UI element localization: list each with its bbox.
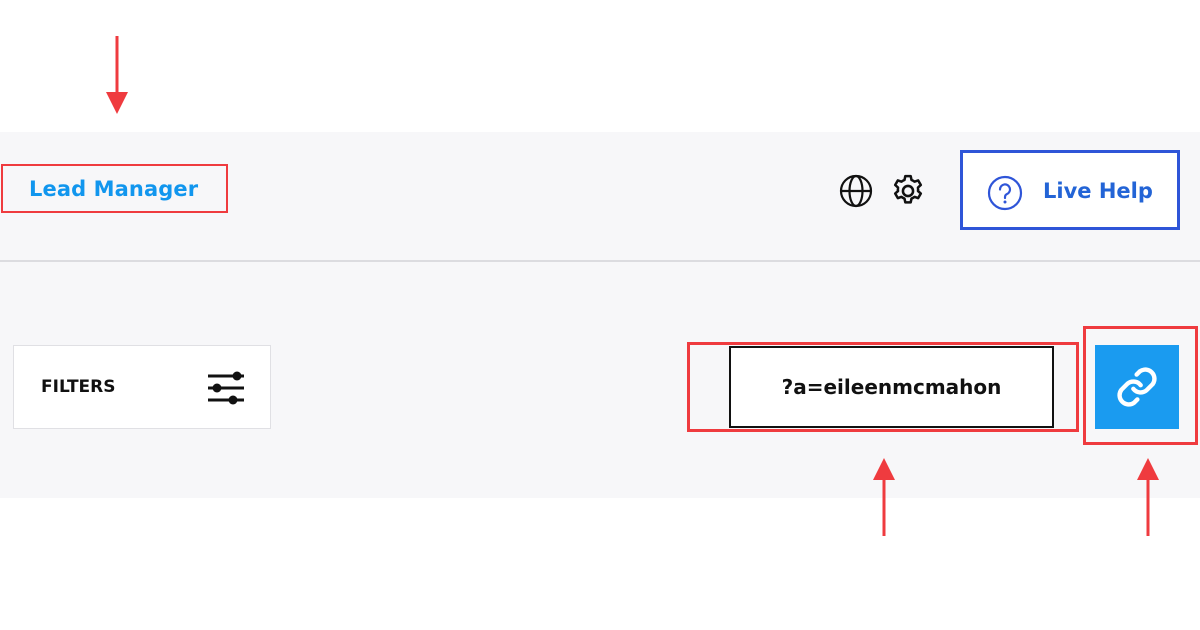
gear-icon[interactable] — [889, 172, 927, 210]
filters-button[interactable]: FILTERS — [13, 345, 271, 429]
annotation-arrow-up — [873, 458, 895, 536]
link-icon — [1117, 367, 1157, 407]
question-circle-icon — [987, 175, 1023, 211]
globe-icon[interactable] — [838, 173, 874, 209]
live-help-label: Live Help — [1043, 179, 1153, 203]
referral-query-text: ?a=eileenmcmahon — [781, 375, 1002, 399]
referral-query-field[interactable]: ?a=eileenmcmahon — [729, 346, 1054, 428]
annotation-arrow-down — [106, 36, 128, 114]
annotation-box-title — [1, 164, 228, 213]
copy-link-button[interactable] — [1095, 345, 1179, 429]
sliders-icon — [208, 371, 244, 405]
filters-label: FILTERS — [41, 377, 116, 397]
annotation-arrow-up — [1137, 458, 1159, 536]
live-help-button[interactable]: Live Help — [960, 150, 1180, 230]
